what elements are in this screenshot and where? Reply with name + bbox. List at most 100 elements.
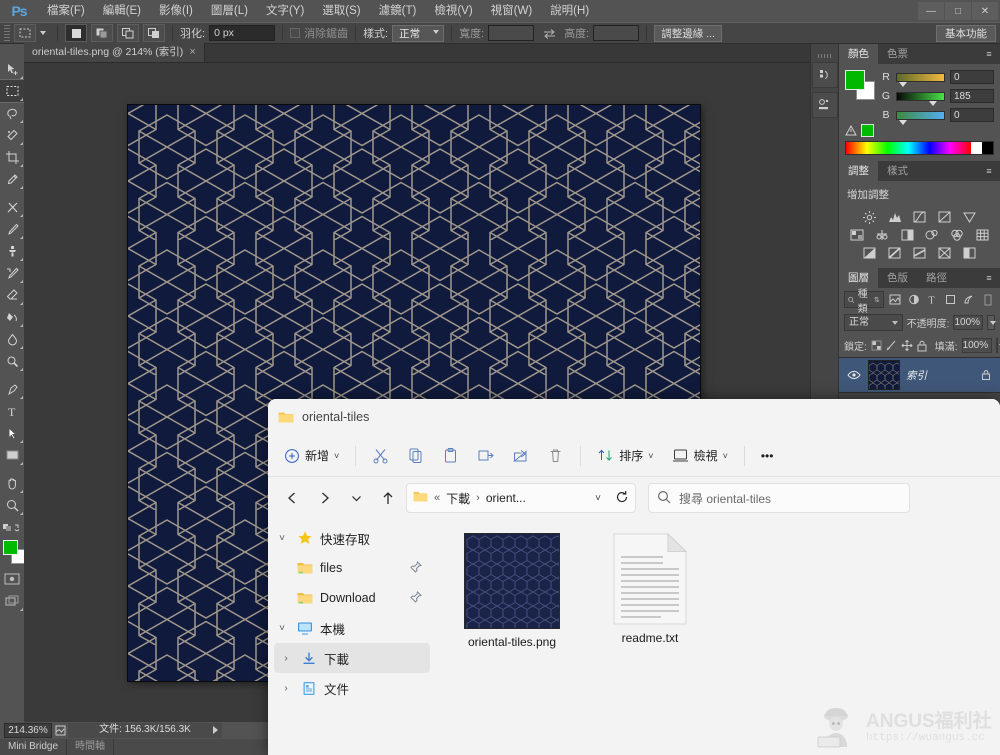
brush-tool[interactable]	[0, 218, 24, 240]
rectangular-marquee-tool[interactable]	[0, 80, 24, 102]
file-explorer-window[interactable]: oriental-tiles 新增 ˅ 排序 ˅	[268, 399, 1000, 755]
lasso-tool[interactable]	[0, 102, 24, 124]
breadcrumb-overflow-icon[interactable]: «	[434, 492, 440, 504]
pen-tool[interactable]	[0, 378, 24, 400]
screen-mode-icon[interactable]	[0, 590, 24, 612]
curves-icon[interactable]	[909, 208, 931, 226]
zoom-tool[interactable]	[0, 494, 24, 516]
sidebar-item-files[interactable]: files	[274, 553, 430, 583]
document-thumbnail-icon[interactable]	[52, 723, 68, 738]
menu-help[interactable]: 說明(H)	[541, 0, 598, 22]
address-bar[interactable]: « 下載 › orient... ˅	[406, 483, 636, 513]
clone-stamp-tool[interactable]	[0, 240, 24, 262]
menu-layer[interactable]: 圖層(L)	[202, 0, 257, 22]
channel-value-g[interactable]: 185	[950, 89, 994, 103]
rail-grip[interactable]	[818, 54, 832, 58]
quick-selection-tool[interactable]	[0, 124, 24, 146]
blur-tool[interactable]	[0, 328, 24, 350]
selection-new-button[interactable]	[65, 24, 87, 42]
color-spectrum-bar[interactable]	[845, 141, 994, 155]
new-button[interactable]: 新增 ˅	[276, 441, 347, 471]
channel-value-r[interactable]: 0	[950, 70, 994, 84]
history-brush-tool[interactable]	[0, 262, 24, 284]
layer-thumbnail[interactable]	[868, 360, 900, 390]
color-panel-swatches[interactable]	[845, 70, 875, 100]
refresh-icon[interactable]	[615, 490, 629, 507]
hue-saturation-icon[interactable]	[846, 226, 868, 244]
lock-transparency-icon[interactable]	[871, 337, 882, 354]
channel-slider-r[interactable]	[896, 73, 945, 82]
menu-type[interactable]: 文字(Y)	[257, 0, 313, 22]
antialias-checkbox[interactable]: 消除鋸齒	[290, 25, 348, 41]
chevron-down-icon[interactable]: ˅	[723, 451, 728, 461]
lock-image-icon[interactable]	[886, 337, 897, 354]
delete-button[interactable]	[539, 441, 572, 471]
cut-button[interactable]	[364, 441, 397, 471]
type-filter-icon[interactable]: T	[925, 291, 940, 308]
menu-view[interactable]: 檢視(V)	[425, 0, 481, 22]
close-icon[interactable]: ×	[189, 43, 195, 62]
file-item-png[interactable]: oriental-tiles.png	[456, 533, 568, 650]
gradient-map-icon[interactable]	[934, 244, 956, 262]
breadcrumb-item-downloads[interactable]: 下載	[446, 490, 470, 507]
chevron-down-icon[interactable]: ˅	[334, 451, 339, 461]
tab-channels[interactable]: 色版	[878, 268, 917, 288]
smart-filter-icon[interactable]	[962, 291, 977, 308]
brightness-contrast-icon[interactable]	[859, 208, 881, 226]
recent-locations-button[interactable]	[342, 484, 370, 512]
levels-icon[interactable]	[884, 208, 906, 226]
crop-tool[interactable]	[0, 146, 24, 168]
copy-button[interactable]	[399, 441, 432, 471]
default-colors-icon[interactable]	[0, 516, 24, 538]
exposure-icon[interactable]	[934, 208, 956, 226]
color-spectrum-gradient[interactable]	[846, 142, 971, 154]
fill-stepper[interactable]	[996, 338, 998, 353]
color-spectrum-white[interactable]	[971, 142, 982, 154]
eraser-tool[interactable]	[0, 284, 24, 306]
minimize-button[interactable]: —	[918, 2, 944, 20]
paste-button[interactable]	[434, 441, 467, 471]
file-item-txt[interactable]: readme.txt	[594, 533, 706, 646]
eyedropper-tool[interactable]	[0, 168, 24, 190]
blend-mode-select[interactable]: 正常	[844, 314, 903, 331]
selection-subtract-button[interactable]	[117, 24, 139, 42]
search-input[interactable]: 搜尋 oriental-tiles	[648, 483, 910, 513]
tab-paths[interactable]: 路徑	[917, 268, 956, 288]
posterize-icon[interactable]	[884, 244, 906, 262]
vibrance-icon[interactable]	[959, 208, 981, 226]
adjustments-panel-menu-icon[interactable]: ≡	[982, 165, 996, 177]
pin-icon[interactable]	[410, 591, 422, 606]
color-panel-menu-icon[interactable]: ≡	[982, 48, 996, 60]
tab-swatches[interactable]: 色票	[878, 44, 917, 64]
layer-row-index[interactable]: 索引	[839, 357, 1000, 393]
up-button[interactable]	[374, 484, 402, 512]
menu-file[interactable]: 檔案(F)	[38, 0, 94, 22]
color-spectrum-black[interactable]	[982, 142, 993, 154]
path-selection-tool[interactable]	[0, 422, 24, 444]
horizontal-type-tool[interactable]: T	[0, 400, 24, 422]
menu-select[interactable]: 選取(S)	[313, 0, 369, 22]
antialias-checkbox-box[interactable]	[290, 28, 300, 38]
fill-value[interactable]: 100%	[962, 338, 992, 353]
tab-color[interactable]: 顏色	[839, 44, 878, 64]
sidebar-item-download[interactable]: Download	[274, 583, 430, 613]
quick-mask-icon[interactable]	[0, 568, 24, 590]
options-bar-grip[interactable]	[4, 25, 10, 41]
invert-icon[interactable]	[859, 244, 881, 262]
spot-healing-brush-tool[interactable]	[0, 196, 24, 218]
chevron-down-icon[interactable]: ˅	[648, 451, 653, 461]
lock-position-icon[interactable]	[901, 337, 913, 354]
tab-timeline[interactable]: 時間軸	[67, 739, 114, 755]
chevron-right-icon[interactable]: ›	[278, 683, 294, 694]
photo-filter-icon[interactable]	[921, 226, 943, 244]
selective-color-icon[interactable]	[959, 244, 981, 262]
adjustment-filter-icon[interactable]	[906, 291, 921, 308]
sidebar-item-this-pc[interactable]: ˅ 本機	[274, 613, 430, 643]
chevron-down-icon[interactable]: ˅	[274, 533, 290, 544]
sidebar-item-documents[interactable]: › 文件	[274, 673, 430, 703]
layer-name[interactable]: 索引	[906, 368, 971, 383]
chevron-down-icon[interactable]: ˅	[274, 623, 290, 634]
width-input[interactable]	[488, 25, 534, 41]
move-tool[interactable]	[0, 58, 24, 80]
workspace-switcher-button[interactable]: 基本功能	[936, 25, 996, 42]
